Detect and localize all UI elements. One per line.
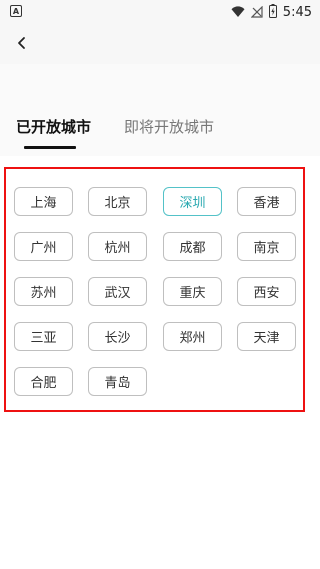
tab-open-cities[interactable]: 已开放城市 [16,116,91,137]
city-button-hongkong[interactable]: 香港 [237,187,296,216]
city-button-beijing[interactable]: 北京 [88,187,147,216]
city-button-suzhou[interactable]: 苏州 [14,277,73,306]
city-button-xian[interactable]: 西安 [237,277,296,306]
city-button-hefei[interactable]: 合肥 [14,367,73,396]
tab-upcoming-cities[interactable]: 即将开放城市 [124,116,214,137]
back-button[interactable] [10,32,34,56]
city-button-tianjin[interactable]: 天津 [237,322,296,351]
city-button-chongqing[interactable]: 重庆 [163,277,222,306]
city-button-chengdu[interactable]: 成都 [163,232,222,261]
app-notification-icon: A [10,5,22,17]
top-header [0,24,320,64]
battery-charging-icon [268,3,277,22]
city-button-nanjing[interactable]: 南京 [237,232,296,261]
city-tabs: 已开放城市 即将开放城市 [0,110,320,150]
city-button-shenzhen[interactable]: 深圳 [163,187,222,216]
signal-off-icon [250,3,263,22]
city-button-changsha[interactable]: 长沙 [88,322,147,351]
city-grid-panel: 上海 北京 深圳 香港 广州 杭州 成都 南京 苏州 武汉 重庆 西安 三亚 长… [4,167,305,412]
status-time: 5:45 [282,4,312,20]
chevron-left-icon [16,35,28,54]
city-button-hangzhou[interactable]: 杭州 [88,232,147,261]
city-button-sanya[interactable]: 三亚 [14,322,73,351]
status-bar: A 5:45 [0,0,320,24]
city-button-qingdao[interactable]: 青岛 [88,367,147,396]
wifi-icon [231,3,245,22]
city-button-wuhan[interactable]: 武汉 [88,277,147,306]
tab-active-indicator [24,146,76,149]
city-button-guangzhou[interactable]: 广州 [14,232,73,261]
status-indicators: 5:45 [231,3,312,22]
city-button-zhengzhou[interactable]: 郑州 [163,322,222,351]
city-button-shanghai[interactable]: 上海 [14,187,73,216]
